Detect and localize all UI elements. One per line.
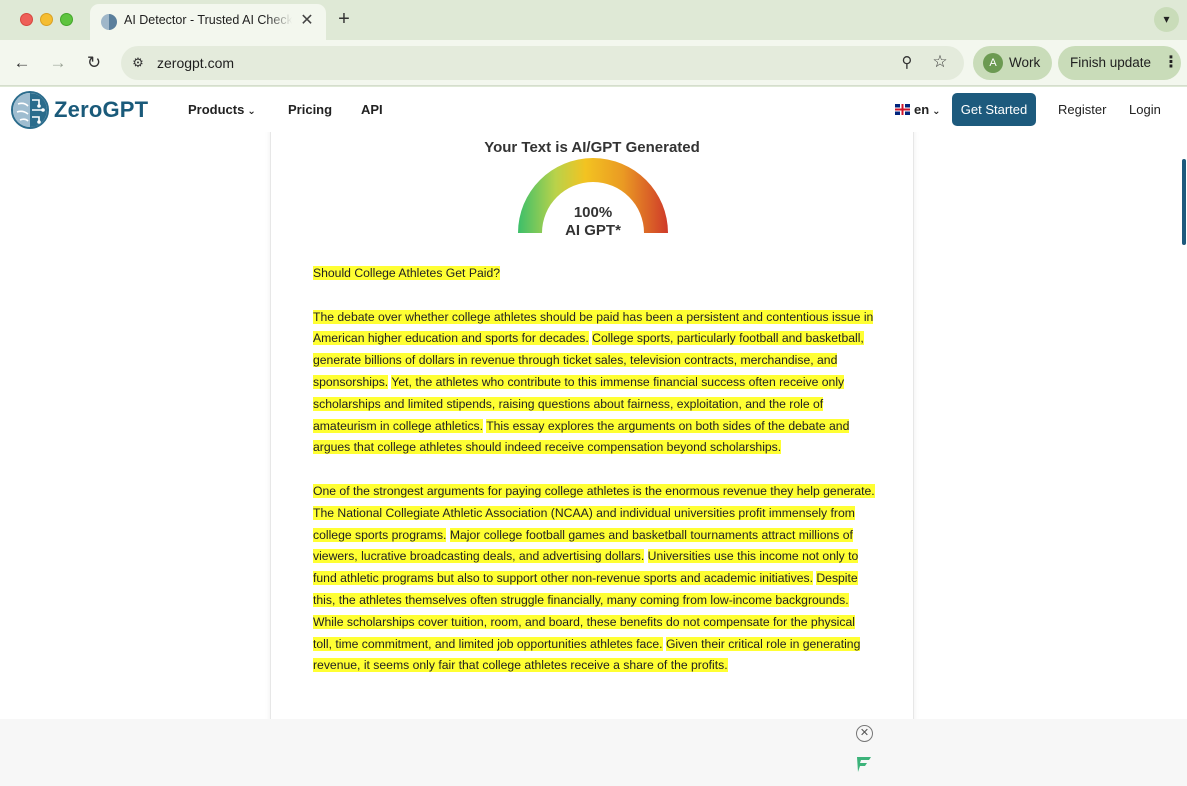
browser-tab-active[interactable]: AI Detector - Trusted AI Checker ✕ <box>90 4 326 40</box>
freestar-icon[interactable] <box>855 755 873 773</box>
close-circle-icon[interactable]: ✕ <box>856 725 873 742</box>
page-content: Your Text is AI/GPT Generated 100% AI GP… <box>0 132 1187 719</box>
zoom-icon[interactable]: ⚲ <box>898 54 916 72</box>
site-header: ZeroGPT Products ⌄ Pricing API en ⌄ Get St… <box>0 87 1187 132</box>
tab-search-chevron-down-icon[interactable]: ▾ <box>1154 7 1179 32</box>
maximize-window-button[interactable] <box>60 13 73 26</box>
kebab-menu-icon[interactable]: ⋮ <box>1163 53 1179 73</box>
profile-label: Work <box>1009 55 1041 70</box>
address-bar[interactable]: ⚙ zerogpt.com ⚲ ☆ <box>121 46 964 80</box>
analyzed-essay-text: Should College Athletes Get Paid? The deb… <box>313 263 875 699</box>
essay-paragraph: The debate over whether college athletes… <box>313 307 875 460</box>
zerogpt-favicon-icon <box>101 14 117 30</box>
chevron-down-icon: ⌄ <box>932 106 941 117</box>
browser-toolbar: ← → ↻ ⚙ zerogpt.com ⚲ ☆ A Work Finish up… <box>0 40 1187 86</box>
chevron-down-icon: ⌄ <box>247 106 256 117</box>
nav-pricing[interactable]: Pricing <box>288 102 332 117</box>
result-title: Your Text is AI/GPT Generated <box>484 139 700 156</box>
uk-flag-icon <box>895 104 910 115</box>
highlighted-sentence: One of the strongest arguments for payin… <box>313 483 875 498</box>
highlighted-sentence: Should College Athletes Get Paid? <box>313 266 501 280</box>
register-link[interactable]: Register <box>1058 102 1106 117</box>
new-tab-button[interactable]: + <box>334 9 354 29</box>
logo-text[interactable]: ZeroGPT <box>54 97 148 123</box>
tune-icon[interactable]: ⚙ <box>129 54 147 72</box>
page-scrollbar[interactable] <box>1182 159 1186 245</box>
back-arrow-icon[interactable]: ← <box>11 52 33 74</box>
get-started-button[interactable]: Get Started <box>952 93 1036 126</box>
close-window-button[interactable] <box>20 13 33 26</box>
gauge-value: 100% <box>573 204 613 221</box>
reload-icon[interactable]: ↻ <box>83 52 105 74</box>
gauge-label: AI GPT* <box>565 222 621 239</box>
nav-products[interactable]: Products ⌄ <box>188 102 256 117</box>
language-selector[interactable]: en ⌄ <box>895 102 941 118</box>
essay-paragraph: Should College Athletes Get Paid? <box>313 263 875 285</box>
nav-products-label: Products <box>188 102 245 117</box>
tab-close-icon[interactable]: ✕ <box>298 12 316 30</box>
brain-logo-icon[interactable] <box>10 90 50 130</box>
tab-title: AI Detector - Trusted AI Checker <box>124 13 292 27</box>
finish-update-button[interactable]: Finish update ⋮ <box>1058 46 1181 80</box>
result-card: Your Text is AI/GPT Generated 100% AI GP… <box>270 132 914 719</box>
browser-titlebar: AI Detector - Trusted AI Checker ✕ + ▾ <box>0 0 1187 40</box>
forward-arrow-icon[interactable]: → <box>47 52 69 74</box>
nav-api[interactable]: API <box>361 102 383 117</box>
ad-banner: ✕ <box>0 719 1187 786</box>
language-label: en <box>914 102 930 117</box>
finish-update-label: Finish update <box>1070 55 1152 70</box>
profile-button[interactable]: A Work <box>973 46 1052 80</box>
profile-avatar: A <box>983 53 1003 73</box>
login-link[interactable]: Login <box>1129 102 1161 117</box>
essay-paragraph: One of the strongest arguments for payin… <box>313 481 875 677</box>
minimize-window-button[interactable] <box>40 13 53 26</box>
url-text[interactable]: zerogpt.com <box>157 55 234 71</box>
star-icon[interactable]: ☆ <box>931 53 949 71</box>
